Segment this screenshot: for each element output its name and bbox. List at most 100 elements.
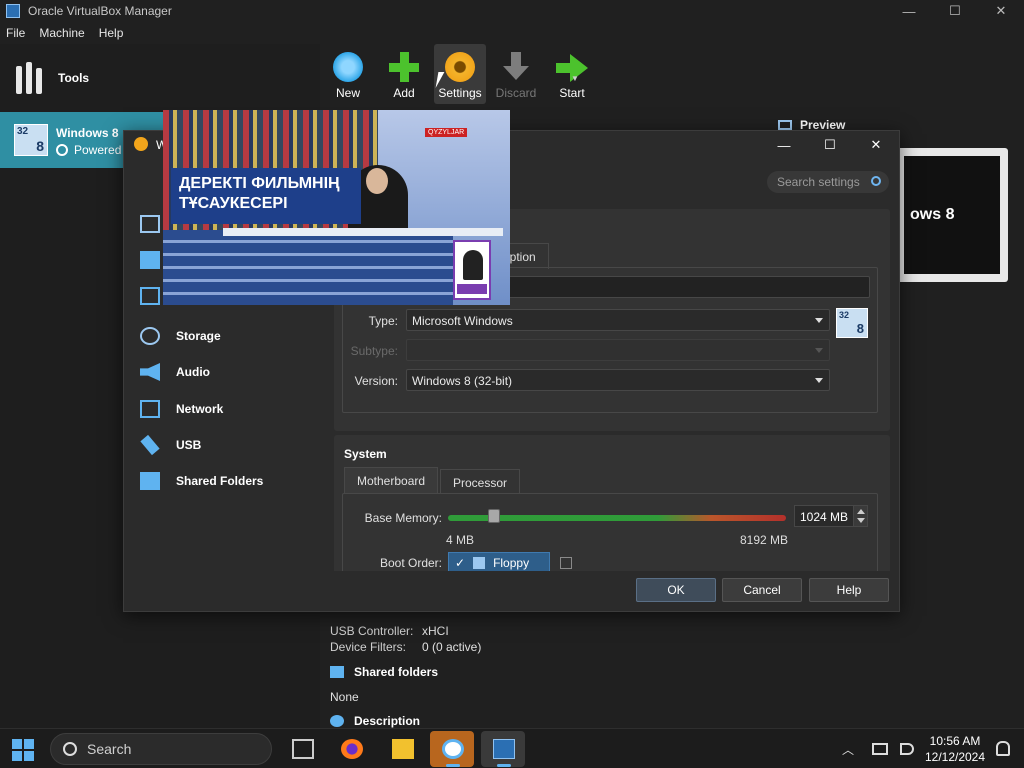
minimize-button[interactable]: —	[886, 0, 932, 22]
start-dropdown-icon[interactable]: ▼	[571, 74, 579, 83]
volume-icon[interactable]	[900, 743, 915, 755]
checkbox-icon: ✓	[455, 556, 466, 570]
memory-min-label: 4 MB	[446, 533, 475, 547]
windows8-os-icon: 32 8	[836, 308, 868, 338]
add-icon	[389, 52, 419, 82]
notification-bell-icon[interactable]	[996, 741, 1010, 756]
move-up-icon[interactable]	[560, 557, 572, 569]
video-overlay[interactable]: ДЕРЕКТІ ФИЛЬМНІҢ ТҰСАУКЕСЕРІ QYZYLJAR	[163, 110, 510, 305]
spin-arrows-icon	[853, 506, 867, 526]
add-button[interactable]: Add	[378, 44, 430, 104]
boot-order-item-floppy[interactable]: ✓ Floppy	[448, 552, 550, 571]
cancel-button[interactable]: Cancel	[722, 578, 802, 602]
news-desk	[223, 228, 503, 236]
file-explorer-taskbar-button[interactable]	[380, 731, 424, 767]
storage-icon	[140, 327, 160, 345]
shared-folders-section[interactable]: Shared folders	[330, 665, 438, 679]
news-anchor-face	[366, 168, 388, 194]
nav-usb[interactable]: USB	[140, 434, 201, 456]
boot-order-label: Boot Order:	[379, 556, 442, 570]
clock-time: 10:56 AM	[929, 734, 981, 748]
firefox-icon	[341, 739, 363, 759]
description-section[interactable]: Description	[330, 714, 420, 728]
main-toolbar: New Add Settings Discard Start	[322, 44, 602, 106]
folder-icon	[330, 666, 344, 678]
vm-state: Powered	[56, 143, 121, 157]
slider-handle[interactable]	[488, 509, 500, 523]
task-view-button[interactable]	[280, 731, 324, 767]
tools-icon	[16, 62, 46, 94]
sign-interpreter	[463, 250, 483, 280]
nav-shared-folders[interactable]: Shared Folders	[140, 472, 263, 490]
taskbar-search[interactable]: Search	[50, 733, 272, 765]
memory-max-label: 8192 MB	[740, 533, 789, 547]
maximize-button[interactable]: ☐	[932, 0, 978, 22]
type-label: Type:	[368, 314, 398, 328]
type-combo[interactable]: Microsoft Windows	[406, 309, 830, 331]
discard-icon	[503, 52, 529, 82]
display-icon	[140, 287, 160, 305]
inset-tag	[457, 284, 487, 294]
chevron-down-icon	[815, 318, 823, 323]
sync-app-icon	[442, 739, 464, 759]
nav-audio[interactable]: Audio	[140, 363, 210, 381]
discard-button[interactable]: Discard	[490, 44, 542, 104]
tab-processor[interactable]: Processor	[440, 469, 521, 493]
close-button[interactable]: ✕	[978, 0, 1024, 22]
search-icon	[63, 742, 77, 756]
system-group: System Motherboard Processor Base Memory…	[334, 435, 890, 571]
nav-storage[interactable]: Storage	[140, 327, 221, 345]
virtualbox-icon	[493, 739, 515, 759]
usb-controller-row: USB Controller: xHCI	[330, 624, 449, 638]
windows-start-icon[interactable]	[12, 739, 34, 761]
firefox-taskbar-button[interactable]	[329, 731, 373, 767]
chevron-up-icon[interactable]: ︿	[842, 741, 854, 758]
vm-name: Windows 8	[56, 126, 119, 140]
vm-details: USB Controller: xHCI Device Filters: 0 (0 …	[322, 612, 1024, 728]
dialog-minimize-button[interactable]: —	[761, 131, 807, 159]
video-stage-steps	[163, 230, 453, 305]
ok-button[interactable]: OK	[636, 578, 716, 602]
base-memory-label: Base Memory:	[364, 511, 442, 525]
search-settings-input[interactable]: Search settings	[767, 171, 889, 193]
system-tray: ︿	[842, 729, 915, 768]
taskbar: Search ︿ 10:56 AM 12/12/2024	[0, 728, 1024, 768]
shared-folder-icon	[140, 472, 160, 490]
menu-help[interactable]: Help	[99, 26, 124, 40]
title-bar: Oracle VirtualBox Manager — ☐ ✕	[0, 0, 1024, 22]
menu-file[interactable]: File	[6, 26, 25, 40]
clock-date: 12/12/2024	[924, 750, 986, 764]
network-icon[interactable]	[872, 743, 889, 755]
video-banner: ДЕРЕКТІ ФИЛЬМНІҢ ТҰСАУКЕСЕРІ	[171, 168, 361, 224]
nav-network[interactable]: Network	[140, 400, 223, 418]
taskbar-clock[interactable]: 10:56 AM 12/12/2024	[922, 733, 988, 765]
base-memory-spinbox[interactable]: 1024 MB	[794, 505, 868, 527]
windows8-os-icon: 32 8	[14, 124, 48, 156]
version-combo[interactable]: Windows 8 (32-bit)	[406, 369, 830, 391]
floppy-icon	[473, 557, 486, 569]
chevron-down-icon	[815, 378, 823, 383]
folder-icon	[392, 739, 414, 759]
dialog-close-button[interactable]: ✕	[853, 131, 899, 159]
preview-thumbnail: ows 8	[896, 148, 1008, 282]
shared-folders-value: None	[330, 690, 359, 704]
search-icon	[871, 176, 881, 186]
power-icon	[56, 144, 68, 156]
monitor-icon	[778, 120, 792, 130]
menu-machine[interactable]: Machine	[39, 26, 84, 40]
app-taskbar-button[interactable]	[430, 731, 474, 767]
version-label: Version:	[354, 374, 398, 388]
subtype-combo[interactable]	[406, 339, 830, 361]
dialog-maximize-button[interactable]: ☐	[807, 131, 853, 159]
new-button[interactable]: New	[322, 44, 374, 104]
network-icon	[140, 400, 160, 418]
tab-motherboard[interactable]: Motherboard	[344, 467, 439, 493]
virtualbox-icon	[6, 4, 20, 18]
description-icon	[330, 715, 344, 727]
help-button[interactable]: Help	[809, 578, 889, 602]
virtualbox-taskbar-button[interactable]	[481, 731, 525, 767]
tools-item[interactable]: Tools	[16, 62, 89, 94]
gear-icon	[134, 137, 148, 151]
menu-bar: File Machine Help	[0, 22, 1024, 44]
window-title: Oracle VirtualBox Manager	[28, 4, 172, 18]
